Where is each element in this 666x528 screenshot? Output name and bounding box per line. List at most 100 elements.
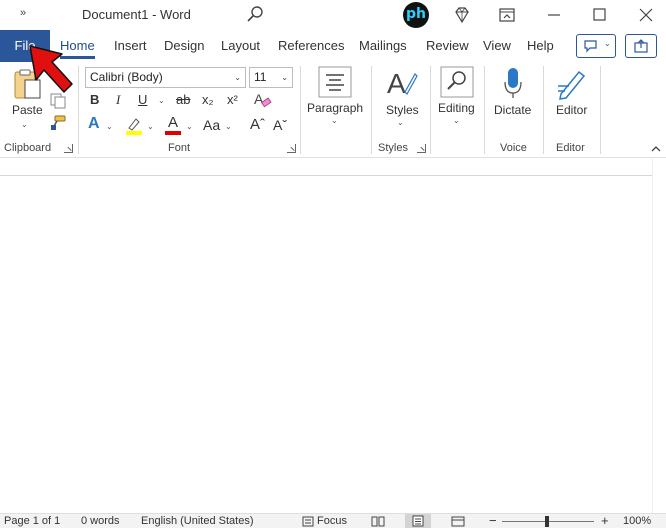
zoom-in-button[interactable]: + <box>601 513 609 528</box>
chevron-down-icon[interactable]: ⌄ <box>397 118 404 127</box>
paste-options-chevron-icon[interactable]: ⌄ <box>21 120 28 129</box>
font-name-dropdown[interactable]: Calibri (Body) ⌄ <box>85 67 246 88</box>
paragraph-icon <box>318 66 352 98</box>
styles-icon[interactable]: A <box>385 66 419 100</box>
tab-file[interactable]: File <box>0 30 50 62</box>
styles-launcher-icon[interactable] <box>417 144 426 153</box>
font-name-value: Calibri (Body) <box>90 70 163 84</box>
font-color-chevron-icon[interactable]: ⌄ <box>186 122 193 131</box>
read-mode-icon[interactable] <box>371 516 385 527</box>
document-title: Document1 - Word <box>82 7 191 22</box>
chevron-down-icon: ⌄ <box>604 39 611 48</box>
bold-button[interactable]: B <box>90 92 99 107</box>
font-color-button[interactable]: A <box>165 114 183 136</box>
zoom-level[interactable]: 100% <box>623 515 651 527</box>
focus-icon[interactable] <box>302 516 314 527</box>
group-divider <box>543 66 544 154</box>
collapse-ribbon-icon[interactable] <box>650 144 662 154</box>
microphone-icon[interactable] <box>502 66 524 100</box>
comment-icon <box>584 40 597 53</box>
watermark-logo-icon: ph <box>403 2 429 28</box>
text-effects-button[interactable]: A <box>88 115 100 133</box>
paste-button[interactable]: Paste <box>12 103 43 117</box>
title-bar: » Document1 - Word ph <box>0 0 666 30</box>
tab-references[interactable]: References <box>278 30 344 62</box>
format-painter-icon[interactable] <box>49 114 67 132</box>
dictate-button[interactable]: Dictate <box>494 103 531 117</box>
italic-button[interactable]: I <box>116 92 120 108</box>
tab-home[interactable]: Home <box>60 30 95 62</box>
find-icon <box>440 66 474 98</box>
clipboard-launcher-icon[interactable] <box>64 144 73 153</box>
highlight-chevron-icon[interactable]: ⌄ <box>147 122 154 131</box>
ribbon-display-options-icon[interactable] <box>498 6 516 24</box>
svg-text:A: A <box>387 68 406 99</box>
shrink-font-button[interactable]: Aˇ <box>273 117 287 133</box>
underline-chevron-icon[interactable]: ⌄ <box>158 96 165 105</box>
search-icon[interactable] <box>244 4 266 26</box>
group-divider <box>600 66 601 154</box>
editor-button[interactable]: Editor <box>556 103 587 117</box>
minimize-icon[interactable] <box>545 6 563 24</box>
styles-group-label: Styles <box>378 142 408 154</box>
highlight-color-icon[interactable] <box>124 116 144 136</box>
quick-access-overflow-button[interactable]: » <box>20 7 26 19</box>
text-effects-chevron-icon[interactable]: ⌄ <box>106 122 113 131</box>
document-canvas[interactable] <box>0 158 666 513</box>
superscript-button[interactable]: x² <box>227 92 238 107</box>
underline-button[interactable]: U <box>138 92 147 107</box>
maximize-icon[interactable] <box>591 6 609 24</box>
zoom-out-button[interactable]: − <box>489 513 497 528</box>
tab-design[interactable]: Design <box>164 30 204 62</box>
group-divider <box>300 66 301 154</box>
tab-layout[interactable]: Layout <box>221 30 260 62</box>
tab-help[interactable]: Help <box>527 30 554 62</box>
change-case-button[interactable]: Aa <box>203 117 220 133</box>
comments-button[interactable]: ⌄ <box>576 34 616 58</box>
chevron-down-icon: ⌄ <box>234 73 241 82</box>
tab-review[interactable]: Review <box>426 30 469 62</box>
font-color-swatch <box>165 131 181 135</box>
group-divider <box>484 66 485 154</box>
editing-button: Editing <box>438 101 475 115</box>
page-count[interactable]: Page 1 of 1 <box>4 515 60 527</box>
share-button[interactable] <box>625 34 657 58</box>
change-case-chevron-icon[interactable]: ⌄ <box>225 122 232 131</box>
print-layout-icon <box>412 515 424 527</box>
group-divider <box>371 66 372 154</box>
language-status[interactable]: English (United States) <box>141 515 254 527</box>
close-icon[interactable] <box>637 6 655 24</box>
page-top-edge <box>0 175 652 176</box>
paste-clipboard-icon[interactable] <box>12 68 42 100</box>
ribbon-tabs: File Home Insert Design Layout Reference… <box>0 30 666 62</box>
font-launcher-icon[interactable] <box>287 144 296 153</box>
print-layout-button[interactable] <box>405 514 431 528</box>
ribbon-home: Paste ⌄ Clipboard Calibri (Body) ⌄ 11 ⌄ … <box>0 62 666 158</box>
editor-pen-icon[interactable] <box>555 66 589 100</box>
vertical-scrollbar[interactable] <box>652 158 666 513</box>
copy-icon[interactable] <box>49 92 67 110</box>
tab-mailings[interactable]: Mailings <box>359 30 407 62</box>
focus-button[interactable]: Focus <box>317 515 347 527</box>
group-divider <box>430 66 431 154</box>
subscript-button[interactable]: x₂ <box>202 92 214 107</box>
editor-group-label: Editor <box>556 142 585 154</box>
grow-font-button[interactable]: Aˆ <box>250 116 265 133</box>
diamond-icon[interactable] <box>453 6 471 24</box>
tab-view[interactable]: View <box>483 30 511 62</box>
status-bar: Page 1 of 1 0 words English (United Stat… <box>0 513 666 528</box>
tab-insert[interactable]: Insert <box>114 30 147 62</box>
zoom-slider-thumb[interactable] <box>545 516 549 527</box>
clipboard-group-label: Clipboard <box>4 142 52 154</box>
styles-button[interactable]: Styles <box>386 103 419 117</box>
chevron-down-icon: ⌄ <box>281 73 288 82</box>
group-divider <box>78 66 79 154</box>
font-size-dropdown[interactable]: 11 ⌄ <box>249 67 293 88</box>
share-icon <box>634 39 648 53</box>
word-count[interactable]: 0 words <box>81 515 120 527</box>
strikethrough-button[interactable]: ab <box>176 92 190 107</box>
clear-formatting-icon[interactable]: A <box>252 90 272 110</box>
web-layout-icon[interactable] <box>451 516 465 527</box>
font-group-label: Font <box>168 142 191 154</box>
paragraph-button: Paragraph <box>307 101 364 115</box>
